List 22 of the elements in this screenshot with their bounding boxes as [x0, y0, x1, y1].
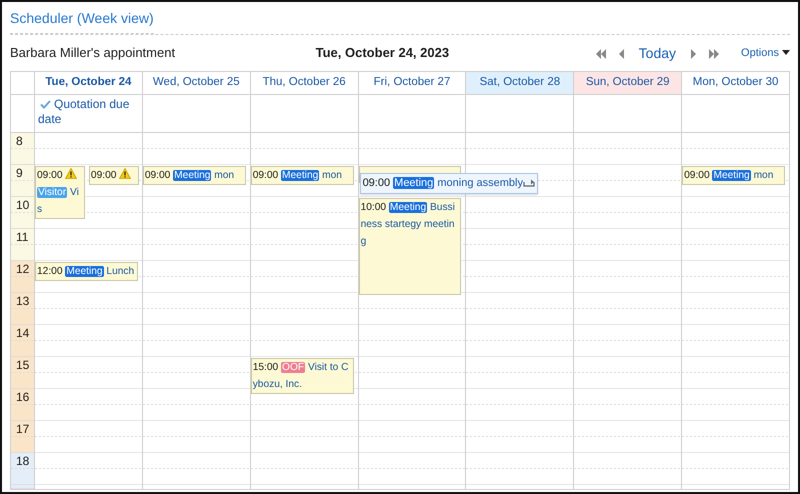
hour-label: 17: [16, 422, 30, 436]
event-tag: OOF: [281, 362, 306, 373]
event-tag: Meeting: [281, 170, 320, 181]
current-date: Tue, October 24, 2023: [316, 45, 450, 60]
event-tag: Meeting: [388, 202, 428, 213]
event-tag: Meeting: [712, 170, 751, 181]
hour-label: 12: [16, 262, 30, 276]
hour-label: 15: [16, 358, 30, 372]
page-title: Scheduler (Week view): [10, 2, 154, 34]
hour-label: 14: [16, 326, 30, 340]
event-tag: Meeting: [393, 177, 434, 189]
hour-label: 16: [16, 390, 30, 404]
event-tag: Visitor: [37, 187, 68, 198]
event-tag: Meeting: [65, 266, 104, 277]
hour-label: 9: [16, 166, 23, 180]
owner-name: Barbara Miller's appointment: [10, 44, 176, 62]
hour-label: 18: [16, 454, 30, 468]
event-tag: Meeting: [173, 170, 212, 181]
hour-label: 10: [16, 198, 30, 212]
hour-label: 8: [16, 134, 23, 148]
hour-label: 13: [16, 294, 30, 308]
hour-label: 11: [16, 230, 28, 244]
